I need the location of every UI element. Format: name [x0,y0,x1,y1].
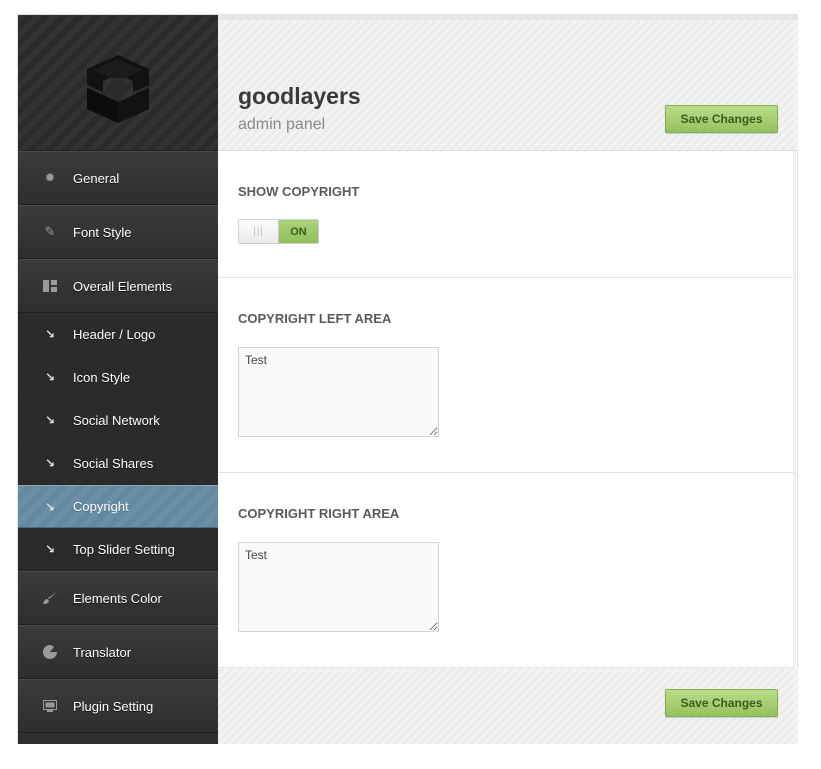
arrow-down-right-icon: ↘ [44,370,56,384]
pencil-icon: ✎ [44,224,56,239]
copyright-left-section: COPYRIGHT LEFT AREA Test [218,278,796,473]
sidebar-item-top-slider-setting[interactable]: ↘ Top Slider Setting [18,528,218,571]
content-area: goodlayers admin panel Save Changes SHOW… [218,15,798,744]
sidebar-item-font-style[interactable]: ✎ Font Style [18,205,218,259]
sidebar-item-label: Elements Color [73,590,162,606]
sidebar-item-general[interactable]: ✹ General [18,151,218,205]
sidebar-item-translator[interactable]: Translator [18,625,218,679]
toggle-knob: ||| [239,220,279,243]
sidebar-item-copyright[interactable]: ↘ Copyright [18,485,218,528]
section-title: COPYRIGHT LEFT AREA [238,311,392,326]
sidebar-item-label: Header / Logo [73,326,156,342]
sidebar-item-label: Copyright [73,499,129,514]
sidebar-item-social-network[interactable]: ↘ Social Network [18,399,218,442]
sidebar-item-label: General [73,170,120,186]
gear-icon: ✹ [44,170,56,185]
arrow-down-right-icon: ↘ [44,413,56,427]
sidebar-item-icon-style[interactable]: ↘ Icon Style [18,356,218,399]
section-title: SHOW COPYRIGHT [238,184,360,199]
logo-area [18,15,218,151]
toggle-state-label: ON [279,220,318,243]
admin-window: ✹ General ✎ Font Style Overall Elements … [17,14,798,744]
copyright-left-textarea[interactable]: Test [238,347,439,437]
sidebar-item-header-logo[interactable]: ↘ Header / Logo [18,313,218,356]
goodlayers-logo-icon [87,55,149,123]
arrow-down-right-icon: ↘ [44,327,56,341]
sidebar: ✹ General ✎ Font Style Overall Elements … [18,15,218,744]
section-title: COPYRIGHT RIGHT AREA [238,506,400,521]
save-changes-button-top[interactable]: Save Changes [665,105,778,133]
sidebar-item-label: Font Style [73,224,132,240]
brush-icon [42,590,58,606]
arrow-down-right-icon: ↘ [44,499,56,514]
translator-icon [42,644,58,660]
show-copyright-toggle[interactable]: ||| ON [238,219,319,244]
arrow-down-right-icon: ↘ [44,456,56,470]
plugin-icon [42,698,58,714]
copyright-right-textarea[interactable]: Test [238,542,439,632]
sidebar-item-label: Plugin Setting [73,698,154,714]
sidebar-item-elements-color[interactable]: Elements Color [18,571,218,625]
sidebar-item-label: Social Network [73,412,160,428]
sidebar-item-social-shares[interactable]: ↘ Social Shares [18,442,218,485]
arrow-down-right-icon: ↘ [44,542,56,556]
sidebar-item-label: Social Shares [73,455,154,471]
page-title: goodlayers [238,83,361,109]
sidebar-item-overall-elements[interactable]: Overall Elements [18,259,218,313]
sidebar-item-label: Overall Elements [73,278,172,294]
layout-icon [42,278,58,294]
sidebar-item-label: Translator [73,644,132,660]
sidebar-item-plugin-setting[interactable]: Plugin Setting [18,679,218,733]
show-copyright-section: SHOW COPYRIGHT ||| ON [218,151,796,278]
save-changes-button-bottom[interactable]: Save Changes [665,689,778,717]
copyright-right-section: COPYRIGHT RIGHT AREA Test [218,473,796,668]
sidebar-item-label: Top Slider Setting [73,541,175,557]
sidebar-menu: ✹ General ✎ Font Style Overall Elements … [18,151,218,733]
sidebar-item-label: Icon Style [73,369,131,385]
page-subtitle: admin panel [238,116,326,133]
